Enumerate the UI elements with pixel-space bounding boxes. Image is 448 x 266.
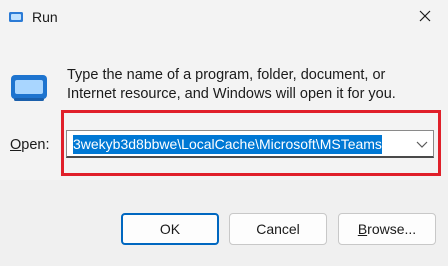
dialog-description: Type the name of a program, folder, docu…: [67, 67, 396, 102]
title-bar: Run: [0, 0, 448, 36]
open-label: Open:: [10, 137, 50, 153]
close-icon: [419, 9, 431, 27]
ok-button[interactable]: OK: [121, 213, 219, 245]
open-label-accelerator: O: [10, 137, 22, 153]
browse-button[interactable]: Browse...: [338, 213, 436, 245]
run-icon: [8, 9, 24, 25]
browse-accelerator: B: [357, 221, 368, 237]
cancel-button[interactable]: Cancel: [229, 213, 327, 245]
open-label-text: pen:: [21, 137, 50, 153]
annotation-highlight-box: [61, 110, 441, 176]
dialog-footer: OK Cancel Browse...: [0, 180, 448, 266]
browse-label: rowse...: [367, 221, 417, 237]
close-button[interactable]: [402, 0, 448, 36]
run-window-icon: [10, 73, 48, 103]
window-title: Run: [32, 9, 58, 25]
